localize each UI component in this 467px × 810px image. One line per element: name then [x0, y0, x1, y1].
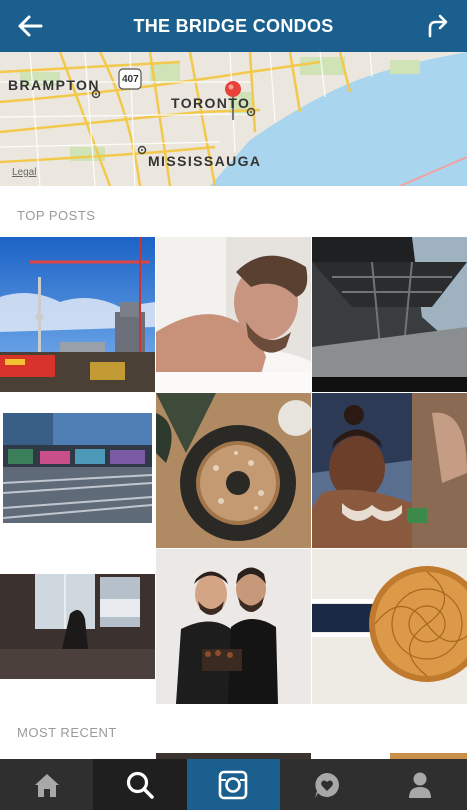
- tab-home[interactable]: [0, 759, 93, 810]
- highway-shield-label: 407: [122, 74, 139, 85]
- post-thumbnail[interactable]: [312, 549, 467, 704]
- tab-activity[interactable]: [280, 759, 373, 810]
- profile-icon: [409, 772, 432, 798]
- location-title: THE BRIDGE CONDOS: [133, 15, 334, 36]
- heart-bubble-icon: [314, 772, 339, 798]
- camera-icon: [219, 770, 248, 799]
- header-bar: THE BRIDGE CONDOS: [0, 0, 467, 52]
- tab-explore[interactable]: [93, 759, 187, 810]
- back-button[interactable]: [0, 0, 60, 52]
- post-thumbnail[interactable]: [0, 549, 155, 704]
- map-label-brampton: BRAMPTON: [8, 77, 100, 93]
- post-thumbnail[interactable]: [156, 237, 311, 392]
- post-thumbnail[interactable]: [0, 237, 155, 392]
- most-recent-heading: MOST RECENT: [17, 725, 117, 740]
- tab-camera[interactable]: [186, 759, 281, 810]
- map-label-mississauga: MISSISSAUGA: [148, 153, 262, 169]
- tab-profile[interactable]: [374, 759, 467, 810]
- location-map[interactable]: BRAMPTON 407 TORONTO MISSISSAUGA Legal: [0, 52, 467, 186]
- home-icon: [34, 773, 59, 797]
- share-button[interactable]: [407, 0, 467, 52]
- map-label-toronto: TORONTO: [171, 95, 251, 111]
- post-thumbnail[interactable]: [312, 237, 467, 392]
- bottom-tab-bar: [0, 759, 467, 810]
- back-arrow-icon: [18, 15, 43, 37]
- search-icon: [126, 771, 154, 799]
- top-posts-heading: TOP POSTS: [17, 208, 96, 223]
- post-thumbnail[interactable]: [156, 549, 311, 704]
- post-thumbnail[interactable]: [156, 393, 311, 548]
- map-legal-link[interactable]: Legal: [12, 167, 36, 178]
- share-arrow-icon: [428, 14, 448, 38]
- post-thumbnail[interactable]: [312, 393, 467, 548]
- post-thumbnail[interactable]: [0, 393, 155, 548]
